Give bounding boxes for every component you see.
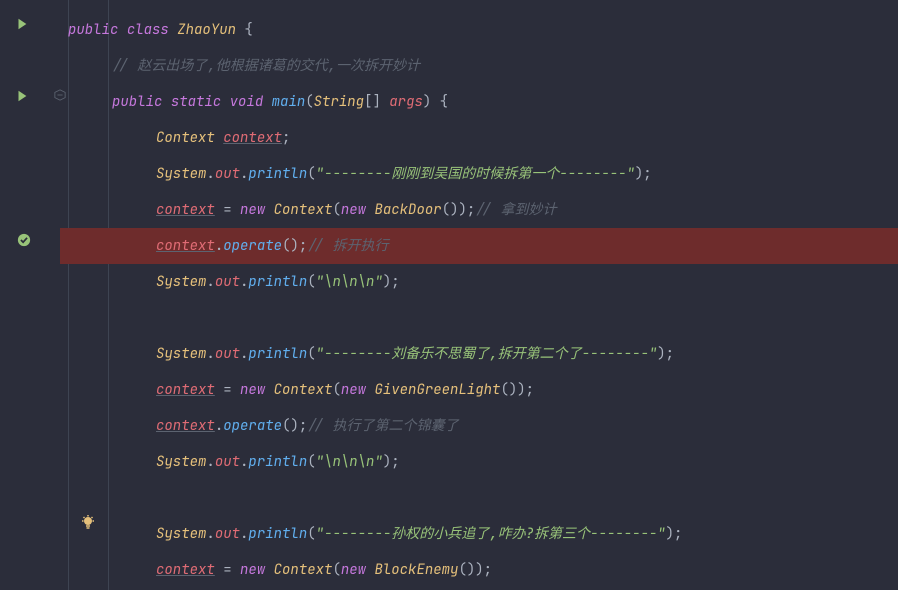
string-literal: "--------刘备乐不思蜀了,拆开第二个了--------" [316,345,658,363]
code-line[interactable]: public class ZhaoYun { [60,12,898,48]
field: out [215,525,240,543]
code-line[interactable]: context = new Context(new BackDoor());//… [60,192,898,228]
constructor: GivenGreenLight [374,381,500,399]
code-line[interactable]: Context context; [60,120,898,156]
breakpoint-check-icon[interactable] [16,232,32,248]
class-name: ZhaoYun [177,21,236,39]
method-call: println [248,525,307,543]
code-line[interactable]: // 赵云出场了,他根据诸葛的交代,一次拆开妙计 [60,48,898,84]
type: Context [156,129,215,147]
type: String [314,93,364,111]
string-literal: "--------刚刚到吴国的时候拆第一个--------" [316,165,635,183]
keyword: new [240,381,265,399]
code-line[interactable]: context = new Context(new GivenGreenLigh… [60,372,898,408]
code-line[interactable]: System.out.println("--------刚刚到吴国的时候拆第一个… [60,156,898,192]
string-literal: "\n\n\n" [316,273,383,291]
constructor: Context [274,381,333,399]
keyword: static [171,93,221,111]
method-name: main [272,93,306,111]
code-line[interactable]: context.operate();// 执行了第二个锦囊了 [60,408,898,444]
variable: context [156,237,215,255]
paren: ( [305,93,313,111]
code-line[interactable]: System.out.println("--------孙权的小兵追了,咋办?拆… [60,516,898,552]
keyword: public [112,93,162,111]
field: out [215,165,240,183]
string-literal: "--------孙权的小兵追了,咋办?拆第三个--------" [316,525,666,543]
code-area[interactable]: public class ZhaoYun { // 赵云出场了,他根据诸葛的交代… [60,0,898,590]
keyword: void [230,93,264,111]
keyword: new [341,561,366,579]
code-line[interactable]: System.out.println("--------刘备乐不思蜀了,拆开第二… [60,336,898,372]
field: out [215,273,240,291]
brace: { [431,93,448,111]
keyword: new [341,381,366,399]
method-call: println [248,165,307,183]
constructor: Context [274,561,333,579]
identifier: System [156,453,206,471]
run-method-icon[interactable] [14,88,30,104]
variable: context [223,129,282,147]
run-class-icon[interactable] [14,16,30,32]
editor-gutter [0,0,60,590]
code-line[interactable]: context = new Context(new BlockEnemy()); [60,552,898,588]
variable: context [156,561,215,579]
variable: context [156,201,215,219]
identifier: System [156,165,206,183]
brace: { [236,21,253,39]
comment: // 赵云出场了,他根据诸葛的交代,一次拆开妙计 [112,57,420,75]
semicolon: ; [282,129,290,147]
code-line[interactable]: System.out.println("\n\n\n"); [60,444,898,480]
code-line-blank[interactable] [60,300,898,336]
comment: // 执行了第二个锦囊了 [307,417,458,435]
comment: // 拆开执行 [307,237,388,255]
code-editor[interactable]: public class ZhaoYun { // 赵云出场了,他根据诸葛的交代… [0,0,898,590]
identifier: System [156,525,206,543]
code-line[interactable]: System.out.println("\n\n\n"); [60,264,898,300]
parameter: args [389,93,423,111]
comment: // 拿到妙计 [475,201,556,219]
keyword: new [240,561,265,579]
method-call: operate [223,237,282,255]
string-literal: "\n\n\n" [316,453,383,471]
variable: context [156,381,215,399]
method-call: operate [223,417,282,435]
identifier: System [156,273,206,291]
field: out [215,345,240,363]
constructor: BackDoor [374,201,441,219]
method-call: println [248,273,307,291]
brackets: [] [364,93,389,111]
keyword: new [240,201,265,219]
code-line[interactable]: public static void main(String[] args) { [60,84,898,120]
code-line-blank[interactable] [60,480,898,516]
code-line-highlighted[interactable]: context.operate();// 拆开执行 [60,228,898,264]
field: out [215,453,240,471]
method-call: println [248,453,307,471]
constructor: Context [274,201,333,219]
identifier: System [156,345,206,363]
keyword: class [127,21,169,39]
method-call: println [248,345,307,363]
keyword: public [68,21,118,39]
variable: context [156,417,215,435]
constructor: BlockEnemy [374,561,458,579]
keyword: new [341,201,366,219]
